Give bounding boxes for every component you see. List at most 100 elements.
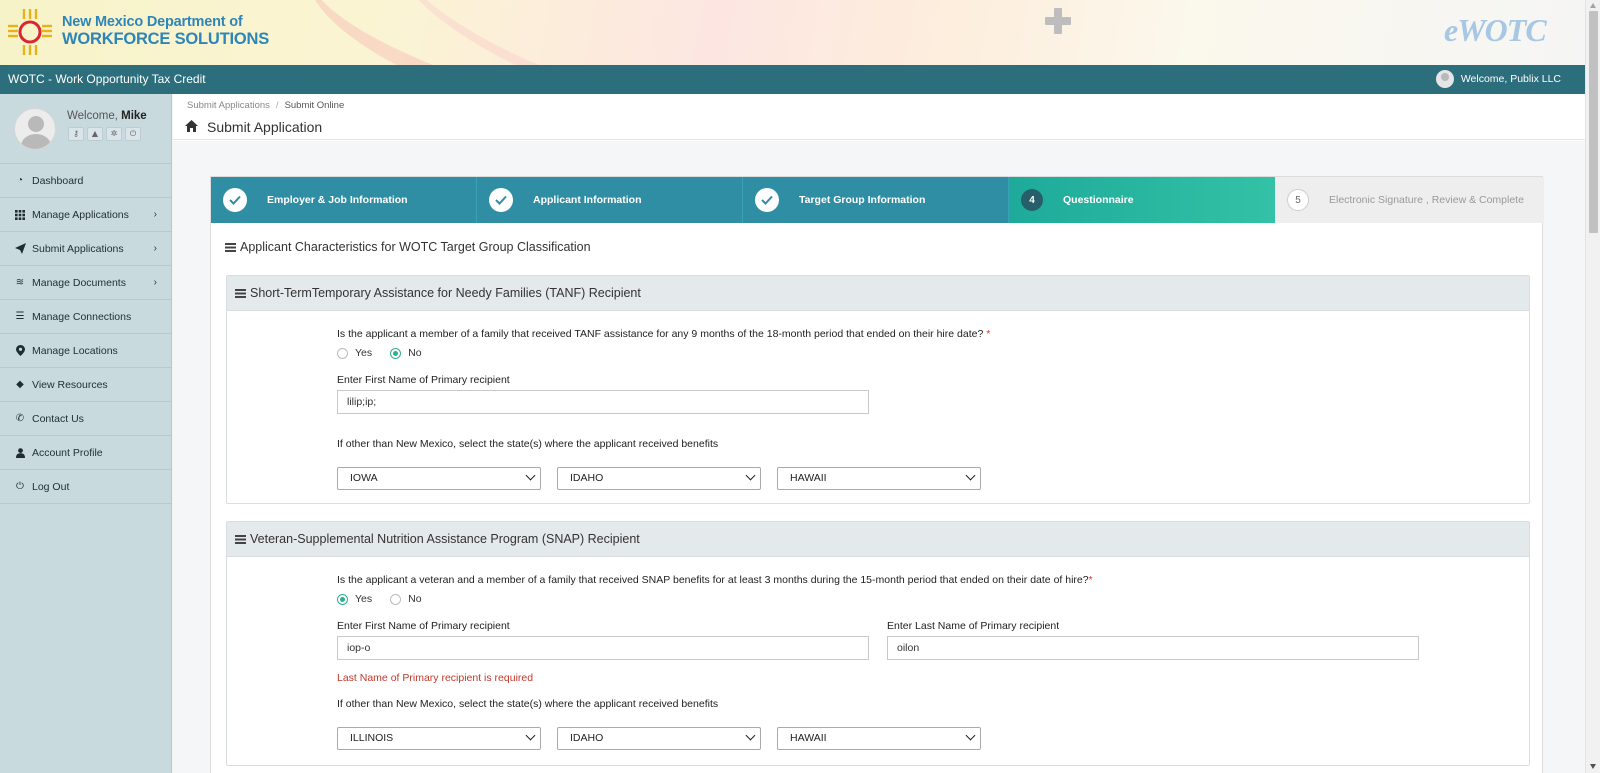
wizard-step-employer-job[interactable]: Employer & Job Information [211,177,477,223]
breadcrumb-parent-link[interactable]: Submit Applications [187,100,270,111]
sidebar-item-manage-applications[interactable]: Manage Applications › [0,198,171,232]
tanf-radio-group: Yes No [337,347,440,359]
wizard-step-number: 4 [1021,189,1043,211]
lock-icon[interactable]: ▲ [87,127,103,141]
sidebar-item-label: Dashboard [32,174,84,187]
tanf-states-label: If other than New Mexico, select the sta… [337,438,719,450]
snap-states-label: If other than New Mexico, select the sta… [337,698,719,710]
chevron-right-icon: › [153,277,157,288]
wizard-step-label: Applicant Information [533,194,642,206]
key-icon[interactable]: ⚷ [68,127,84,141]
snap-last-name-input[interactable]: oilon [887,636,1419,660]
chevron-down-icon [745,470,756,481]
wizard-steps: Employer & Job Information Applicant Inf… [211,177,1544,223]
chevron-right-icon: › [153,243,157,254]
sidebar-item-label: Account Profile [32,446,103,459]
sidebar-item-log-out[interactable]: ⏻ Log Out [0,470,171,504]
snap-panel-heading: Veteran-Supplemental Nutrition Assistanc… [227,522,1529,557]
snap-radio-group: Yes No [337,593,440,605]
sidebar-item-label: Manage Applications [32,208,129,221]
radio-label: No [408,347,422,359]
snap-state-select-1[interactable]: ILLINOIS [337,727,541,750]
tanf-first-name-input[interactable]: lilip;ip; [337,390,869,414]
snap-no-radio[interactable] [390,593,402,605]
sidebar-welcome: Welcome, Mike [67,110,147,122]
user-welcome-text: Welcome, Publix LLC [1460,73,1561,85]
sidebar-item-contact-us[interactable]: ✆ Contact Us [0,402,171,436]
scroll-up-arrow-icon[interactable] [1590,3,1596,8]
map-pin-icon [14,345,26,357]
app-titlebar: WOTC - Work Opportunity Tax Credit Welco… [0,65,1585,94]
section-title: Applicant Characteristics for WOTC Targe… [225,240,591,254]
checkmark-icon [755,188,779,212]
sidebar-item-account-profile[interactable]: Account Profile [0,436,171,470]
wizard-step-signature-review[interactable]: 5 Electronic Signature , Review & Comple… [1275,177,1544,223]
sidebar-item-manage-connections[interactable]: ☰ Manage Connections [0,300,171,334]
wizard-step-questionnaire[interactable]: 4 Questionnaire [1009,177,1275,223]
cube-icon: ◆ [16,379,24,390]
sidebar-item-manage-documents[interactable]: ≋ Manage Documents › [0,266,171,300]
sidebar-user-name: Mike [121,110,147,122]
wizard-card: Employer & Job Information Applicant Inf… [210,176,1544,773]
phone-icon: ✆ [15,413,25,424]
checkmark-icon [223,188,247,212]
sidebar-item-dashboard[interactable]: ◔ Dashboard [0,164,171,198]
sidebar-item-submit-applications[interactable]: Submit Applications › [0,232,171,266]
sidebar-item-label: Submit Applications [32,242,124,255]
sidebar-item-label: View Resources [32,378,108,391]
chevron-down-icon [745,730,756,741]
chevron-right-icon: › [153,209,157,220]
org-name-line1: New Mexico Department of [62,14,243,30]
user-welcome-menu[interactable]: Welcome, Publix LLC [1435,70,1561,88]
wizard-step-label: Employer & Job Information [267,194,408,206]
required-mark: * [1088,574,1093,586]
wizard-step-label: Questionnaire [1063,194,1134,206]
chevron-down-icon [525,470,536,481]
sidebar: Welcome, Mike ⚷ ▲ ✲ ⏻ ◔ Dashboard Manage… [0,94,172,773]
wizard-step-target-group[interactable]: Target Group Information [743,177,1009,223]
paper-plane-icon [14,243,26,255]
tanf-no-radio[interactable] [390,347,402,359]
zia-sun-logo-icon [8,9,52,55]
sidebar-profile: Welcome, Mike ⚷ ▲ ✲ ⏻ [0,94,171,164]
snap-state-select-2[interactable]: IDAHO [557,727,761,750]
snap-first-name-input[interactable]: iop-o [337,636,869,660]
tanf-state-select-1[interactable]: IOWA [337,467,541,490]
list-icon [225,242,236,252]
list-icon [235,288,246,298]
radio-label: Yes [355,593,373,605]
org-name-line2: WORKFORCE SOLUTIONS [62,30,270,48]
snap-state-select-3[interactable]: HAWAII [777,727,981,750]
snap-first-name-label: Enter First Name of Primary recipient [337,620,510,632]
main-content: Submit Applications / Submit Online Submit… [173,94,1585,773]
breadcrumb-current: Submit Online [284,100,345,111]
wizard-step-applicant-info[interactable]: Applicant Information [477,177,743,223]
user-avatar-icon [1435,70,1454,88]
sidebar-item-view-resources[interactable]: ◆ View Resources [0,368,171,402]
list-icon: ☰ [15,311,25,322]
snap-yes-radio[interactable] [337,593,348,605]
site-banner: New Mexico Department of WORKFORCE SOLUT… [0,0,1585,65]
page-scrollbar[interactable] [1585,0,1600,773]
wizard-step-label: Electronic Signature , Review & Complete [1329,194,1524,206]
page-header: Submit Application [173,114,1585,140]
tanf-state-select-2[interactable]: IDAHO [557,467,761,490]
chevron-down-icon [965,470,976,481]
tanf-panel: Short-TermTemporary Assistance for Needy… [226,275,1530,504]
sidebar-item-label: Contact Us [32,412,84,425]
power-icon[interactable]: ⏻ [125,127,141,141]
chevron-down-icon [965,730,976,741]
scroll-down-arrow-icon[interactable] [1590,764,1596,769]
sidebar-item-manage-locations[interactable]: Manage Locations [0,334,171,368]
layers-icon: ≋ [15,277,25,288]
scrollbar-thumb[interactable] [1589,11,1598,233]
tanf-state-select-3[interactable]: HAWAII [777,467,981,490]
tanf-panel-heading: Short-TermTemporary Assistance for Needy… [227,276,1529,311]
tanf-yes-radio[interactable] [337,347,348,359]
avatar [14,108,56,150]
tanf-question: Is the applicant a member of a family th… [337,328,991,340]
profile-tools: ⚷ ▲ ✲ ⏻ [68,127,141,141]
radio-label: No [408,593,422,605]
snap-last-name-label: Enter Last Name of Primary recipient [887,620,1060,632]
gear-icon[interactable]: ✲ [106,127,122,141]
